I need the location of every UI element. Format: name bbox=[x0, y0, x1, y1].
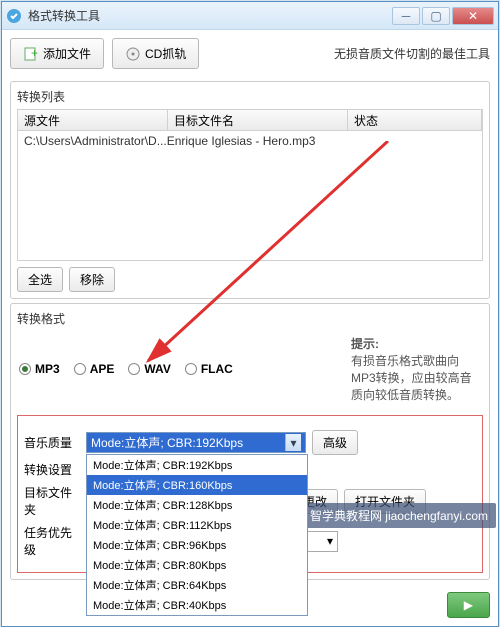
radio-wav[interactable]: WAV bbox=[128, 362, 170, 376]
select-all-button[interactable]: 全选 bbox=[17, 267, 63, 292]
convert-list-title: 转换列表 bbox=[17, 88, 483, 105]
cd-icon bbox=[125, 46, 141, 62]
convert-setting-label: 转换设置 bbox=[24, 461, 80, 478]
table-body[interactable]: C:\Users\Administrator\D...Enrique Igles… bbox=[17, 131, 483, 261]
table-row[interactable]: C:\Users\Administrator\D...Enrique Igles… bbox=[24, 134, 476, 148]
quality-option[interactable]: Mode:立体声; CBR:128Kbps bbox=[87, 495, 307, 515]
quality-value: Mode:立体声; CBR:192Kbps bbox=[91, 434, 243, 451]
add-file-icon: + bbox=[23, 46, 39, 62]
convert-list-panel: 转换列表 源文件 目标文件名 状态 C:\Users\Administrator… bbox=[10, 81, 490, 299]
quality-combo[interactable]: Mode:立体声; CBR:192Kbps ▾ Mode:立体声; CBR:19… bbox=[86, 432, 306, 453]
quality-option[interactable]: Mode:立体声; CBR:64Kbps bbox=[87, 575, 307, 595]
radio-flac[interactable]: FLAC bbox=[185, 362, 233, 376]
convert-format-title: 转换格式 bbox=[17, 310, 483, 327]
title-bar: 格式转换工具 ─ ▢ ✕ bbox=[2, 2, 498, 30]
settings-highlight-box: 音乐质量 Mode:立体声; CBR:192Kbps ▾ Mode:立体声; C… bbox=[17, 415, 483, 573]
quality-option[interactable]: Mode:立体声; CBR:96Kbps bbox=[87, 535, 307, 555]
advanced-button[interactable]: 高级 bbox=[312, 430, 358, 455]
col-target[interactable]: 目标文件名 bbox=[168, 110, 348, 130]
table-header: 源文件 目标文件名 状态 bbox=[17, 109, 483, 131]
tagline-text: 无损音质文件切割的最佳工具 bbox=[334, 45, 490, 62]
quality-dropdown[interactable]: Mode:立体声; CBR:192Kbps Mode:立体声; CBR:160K… bbox=[86, 454, 308, 616]
quality-label: 音乐质量 bbox=[24, 434, 80, 451]
chevron-down-icon: ▾ bbox=[285, 434, 301, 451]
col-source[interactable]: 源文件 bbox=[18, 110, 168, 130]
add-file-label: 添加文件 bbox=[43, 45, 91, 62]
minimize-button[interactable]: ─ bbox=[392, 7, 420, 25]
radio-mp3[interactable]: MP3 bbox=[19, 362, 60, 376]
add-file-button[interactable]: + 添加文件 bbox=[10, 38, 104, 69]
quality-option[interactable]: Mode:立体声; CBR:80Kbps bbox=[87, 555, 307, 575]
cd-rip-button[interactable]: CD抓轨 bbox=[112, 38, 199, 69]
quality-option[interactable]: Mode:立体声; CBR:112Kbps bbox=[87, 515, 307, 535]
remove-button[interactable]: 移除 bbox=[69, 267, 115, 292]
priority-label: 任务优先级 bbox=[24, 524, 80, 558]
maximize-button[interactable]: ▢ bbox=[422, 7, 450, 25]
close-button[interactable]: ✕ bbox=[452, 7, 494, 25]
cd-rip-label: CD抓轨 bbox=[145, 45, 186, 62]
target-folder-label: 目标文件夹 bbox=[24, 484, 80, 518]
app-icon bbox=[6, 8, 22, 24]
quality-option[interactable]: Mode:立体声; CBR:40Kbps bbox=[87, 595, 307, 615]
window-title: 格式转换工具 bbox=[28, 7, 392, 24]
convert-format-panel: 转换格式 MP3 APE WAV FLAC 提示:有损音乐格式歌曲向MP3转换，… bbox=[10, 303, 490, 580]
watermark-text: 智学典教程网 jiaochengfanyi.com bbox=[302, 503, 496, 528]
col-status[interactable]: 状态 bbox=[348, 110, 482, 130]
start-button[interactable]: ▶ bbox=[447, 592, 490, 618]
tip-text: 提示:有损音乐格式歌曲向MP3转换，应由较高音质向较低音质转换。 bbox=[351, 335, 481, 403]
svg-text:+: + bbox=[31, 46, 38, 60]
quality-option[interactable]: Mode:立体声; CBR:192Kbps bbox=[87, 455, 307, 475]
quality-option[interactable]: Mode:立体声; CBR:160Kbps bbox=[87, 475, 307, 495]
radio-ape[interactable]: APE bbox=[74, 362, 115, 376]
